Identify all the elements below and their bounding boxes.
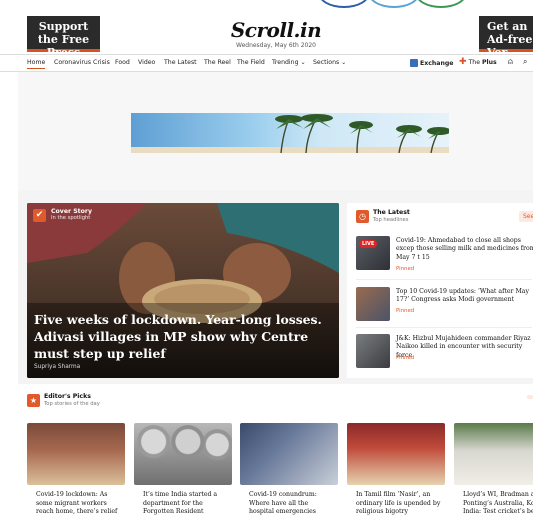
page: Support the Free Press Scroll.in Wednesd… [0,0,533,521]
pick-card-title: Lloyd’s WI, Bradman an Ponting’s Austral… [463,491,533,516]
live-badge: LIVE [359,240,378,248]
cover-story-headline[interactable]: Five weeks of lockdown. Year-long losses… [34,311,334,362]
list-item[interactable]: J&K: Hizbul Mujahideen commander Riyaz N… [356,334,533,374]
latest-title: The Latest [373,209,410,216]
cover-story-subtitle: In the spotlight [51,215,91,221]
pinned-tag: Pinned [396,355,415,361]
list-item-text: Top 10 Covid-19 updates: ‘What after May… [396,288,529,304]
check-icon: ✔ [33,209,46,222]
pick-card-image [240,423,338,485]
nav-item-the-latest[interactable]: The Latest [164,59,197,66]
list-item-text: J&K: Hizbul Mujahideen commander Riyaz N… [396,335,531,359]
list-thumbnail [356,334,390,368]
latest-subtitle: Top headlines [373,217,409,223]
nav-item-the-reel[interactable]: The Reel [204,59,231,66]
logo-date: Wednesday, May 6th 2020 [235,42,316,49]
nav-exchange[interactable]: Exchange [410,59,454,67]
see-all-button[interactable]: See [519,211,533,222]
list-item-text: Covid-19: Ahmedabad to close all shops e… [396,237,533,261]
support-free-press-button[interactable]: Support the Free Press [27,16,100,59]
pick-card[interactable]: It’s time India started a department for… [134,423,232,521]
see-more-button[interactable] [527,395,533,399]
list-thumbnail [356,287,390,321]
pick-card-title: Covid-19 lockdown: As some migrant worke… [36,491,118,516]
pick-card-image [454,423,533,485]
divider [356,327,532,328]
decorative-circle [415,0,467,8]
decorative-circle [368,0,420,8]
site-logo[interactable]: Scroll.in Wednesday, May 6th 2020 [216,18,336,49]
pick-card-image [134,423,232,485]
main-nav: Home Coronavirus Crisis Food Video The L… [0,54,533,72]
pick-card-title: Covid-19 conundrum: Where have all the h… [249,491,317,516]
cover-story-card[interactable]: ✔ Cover Story In the spotlight Five week… [27,203,339,378]
nav-item-coronavirus[interactable]: Coronavirus Crisis [54,59,110,66]
plus-icon: ✚ [459,57,467,67]
exchange-label: Exchange [420,60,454,67]
cover-story-author[interactable]: Supriya Sharma [34,364,80,370]
plus-label: Plus [482,59,497,66]
divider [356,279,532,280]
plus-prefix: The [468,59,481,66]
nav-item-home[interactable]: Home [27,59,46,69]
ad-free-button[interactable]: Get an Ad-free Ver [479,16,533,59]
pick-card[interactable]: Covid-19 lockdown: As some migrant worke… [27,423,125,521]
star-icon: ★ [27,394,40,407]
latest-panel: ◷ The Latest Top headlines See LIVE Covi… [347,203,533,378]
cover-story-title: Cover Story [51,208,92,215]
nav-item-sections[interactable]: Sections ⌄ [313,59,346,66]
list-item[interactable]: LIVE Covid-19: Ahmedabad to close all sh… [356,236,533,276]
clock-icon: ◷ [356,210,369,223]
pinned-tag: Pinned [396,266,415,272]
list-item[interactable]: Top 10 Covid-19 updates: ‘What after May… [356,287,533,327]
nav-the-plus[interactable]: ✚ The Plus [459,57,497,67]
nav-item-video[interactable]: Video [138,59,155,66]
pick-card[interactable]: Lloyd’s WI, Bradman an Ponting’s Austral… [454,423,533,521]
exchange-icon [410,59,418,67]
palm-trees-image [131,114,449,153]
pick-card[interactable]: Covid-19 conundrum: Where have all the h… [240,423,338,521]
account-icon[interactable]: ⍝ [508,57,513,67]
pick-card-title: In Tamil film ‘Nasir’, an ordinary life … [356,491,441,516]
pick-card-image [347,423,445,485]
pinned-tag: Pinned [396,308,415,314]
decorative-circle [318,0,370,8]
nav-item-the-field[interactable]: The Field [237,59,265,66]
search-icon[interactable]: ⌕ [523,57,527,67]
ad-banner[interactable] [131,113,449,153]
pick-card-title: It’s time India started a department for… [143,491,218,516]
nav-item-food[interactable]: Food [115,59,130,66]
editors-picks-subtitle: Top stories of the day [44,401,100,407]
pick-card[interactable]: In Tamil film ‘Nasir’, an ordinary life … [347,423,445,521]
pick-card-image [27,423,125,485]
editors-picks-title: Editor's Picks [44,393,91,400]
logo-name: Scroll.in [230,18,322,42]
nav-item-trending[interactable]: Trending ⌄ [272,59,306,66]
